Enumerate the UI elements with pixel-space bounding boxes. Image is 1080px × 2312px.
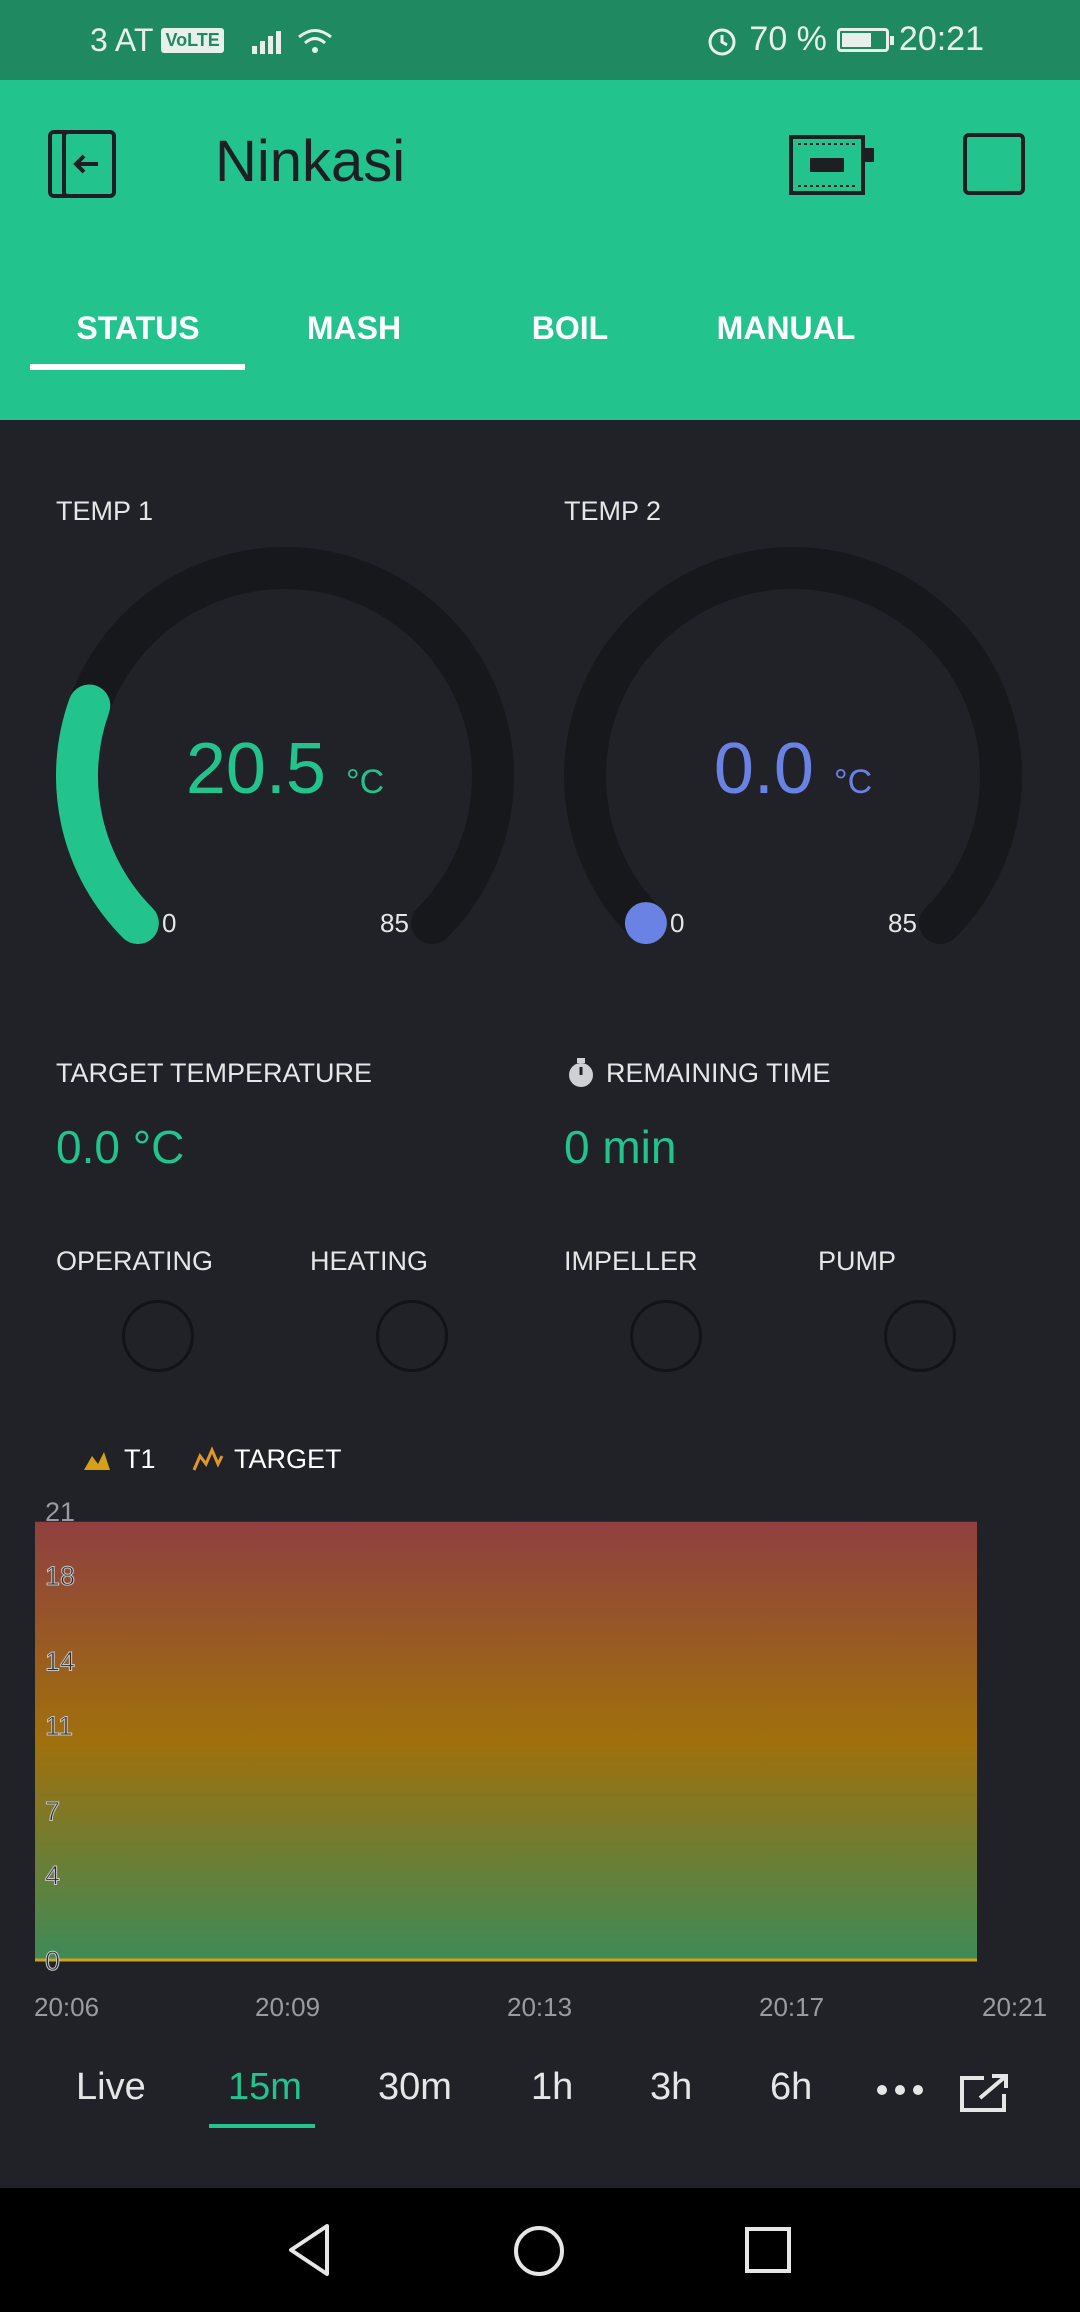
gauge-2-min: 0 (670, 908, 685, 938)
stopwatch-icon (569, 1058, 593, 1087)
operating-label: OPERATING (56, 1246, 214, 1276)
target-temperature-label: TARGET TEMPERATURE (56, 1058, 373, 1088)
heating-label: HEATING (310, 1246, 429, 1276)
tab-boil[interactable]: BOIL (470, 310, 670, 347)
y-tick: 4 (45, 1860, 60, 1890)
chart-plot-area (35, 1521, 977, 1962)
carrier-label: 3 AT (90, 22, 154, 58)
tab-mash[interactable]: MASH (254, 310, 454, 347)
gauge-1-label: TEMP 1 (56, 496, 154, 526)
tab-manual[interactable]: MANUAL (686, 310, 886, 347)
status-right: 70 % 20:21 (705, 20, 984, 59)
y-tick: 7 (45, 1796, 60, 1826)
pump-led (884, 1300, 956, 1372)
range-live[interactable]: Live (76, 2066, 146, 2109)
tab-active-indicator (30, 364, 245, 370)
y-tick: 14 (45, 1647, 75, 1677)
temp-1-value-group: 20.5 °C (135, 728, 435, 810)
target-temperature-value: 0.0 °C (56, 1121, 185, 1173)
range-15m[interactable]: 15m (228, 2066, 302, 2109)
temp-1-unit: °C (346, 763, 385, 801)
remaining-time-value: 0 min (564, 1121, 677, 1173)
wifi-icon (297, 28, 332, 53)
battery-icon (836, 27, 894, 52)
x-tick: 20:09 (255, 1992, 321, 2022)
device-icon[interactable] (788, 134, 876, 196)
x-tick: 20:17 (759, 1992, 825, 2022)
volte-badge: VoLTE (161, 28, 224, 53)
app-title: Ninkasi (215, 129, 406, 194)
y-tick: 18 (45, 1561, 75, 1591)
tab-status[interactable]: STATUS (38, 310, 238, 347)
temp-2-unit: °C (833, 763, 873, 801)
chart-legend: T1 TARGET (84, 1444, 342, 1474)
x-tick: 20:21 (982, 1992, 1048, 2022)
gauge-2-max: 85 (888, 908, 917, 938)
remaining-time-header: REMAINING TIME (564, 1056, 831, 1090)
temp-2-value-group: 0.0 °C (643, 728, 943, 810)
temp-1-value: 20.5 (185, 729, 326, 809)
impeller-led (630, 1300, 702, 1372)
range-6h[interactable]: 6h (770, 2066, 812, 2109)
y-tick: 11 (45, 1711, 73, 1741)
gauge-1-max: 85 (380, 908, 409, 938)
gauge-2-label: TEMP 2 (564, 496, 662, 526)
legend-target: TARGET (234, 1444, 342, 1474)
range-30m[interactable]: 30m (378, 2066, 452, 2109)
heating-led (376, 1300, 448, 1372)
legend-t1: T1 (124, 1444, 156, 1474)
y-tick: 0 (45, 1946, 60, 1976)
home-icon[interactable] (512, 2224, 566, 2278)
more-icon[interactable] (876, 2080, 924, 2100)
alarm-icon (708, 28, 736, 55)
recents-icon[interactable] (744, 2226, 792, 2274)
operating-led (122, 1300, 194, 1372)
exit-icon[interactable] (46, 128, 122, 200)
legend-target-icon (192, 1446, 224, 1471)
remaining-time-label: REMAINING TIME (606, 1057, 831, 1088)
series-t1-area (35, 1521, 977, 1960)
battery-percent: 70 % (749, 20, 827, 58)
status-bar: 3 AT VoLTE 70 % 20:21 (0, 0, 1080, 80)
x-tick: 20:06 (34, 1992, 100, 2022)
temp-2-value: 0.0 (713, 729, 814, 809)
x-tick: 20:13 (507, 1992, 573, 2022)
signal-icon (251, 30, 281, 54)
back-icon[interactable] (285, 2222, 333, 2278)
range-active-indicator (209, 2124, 315, 2128)
impeller-label: IMPELLER (564, 1246, 698, 1276)
range-3h[interactable]: 3h (650, 2066, 692, 2109)
menu-square-button[interactable] (963, 133, 1025, 195)
range-1h[interactable]: 1h (531, 2066, 573, 2109)
pump-label: PUMP (818, 1246, 897, 1276)
export-icon[interactable] (958, 2072, 1012, 2114)
status-left: 3 AT VoLTE (90, 22, 334, 59)
temperature-chart[interactable]: T1 TARGET 21 18 14 11 7 4 0 (0, 1420, 1080, 2040)
gauge-1-min: 0 (162, 908, 177, 938)
legend-t1-icon (84, 1452, 110, 1470)
y-tick: 21 (45, 1497, 75, 1527)
clock: 20:21 (898, 20, 984, 58)
